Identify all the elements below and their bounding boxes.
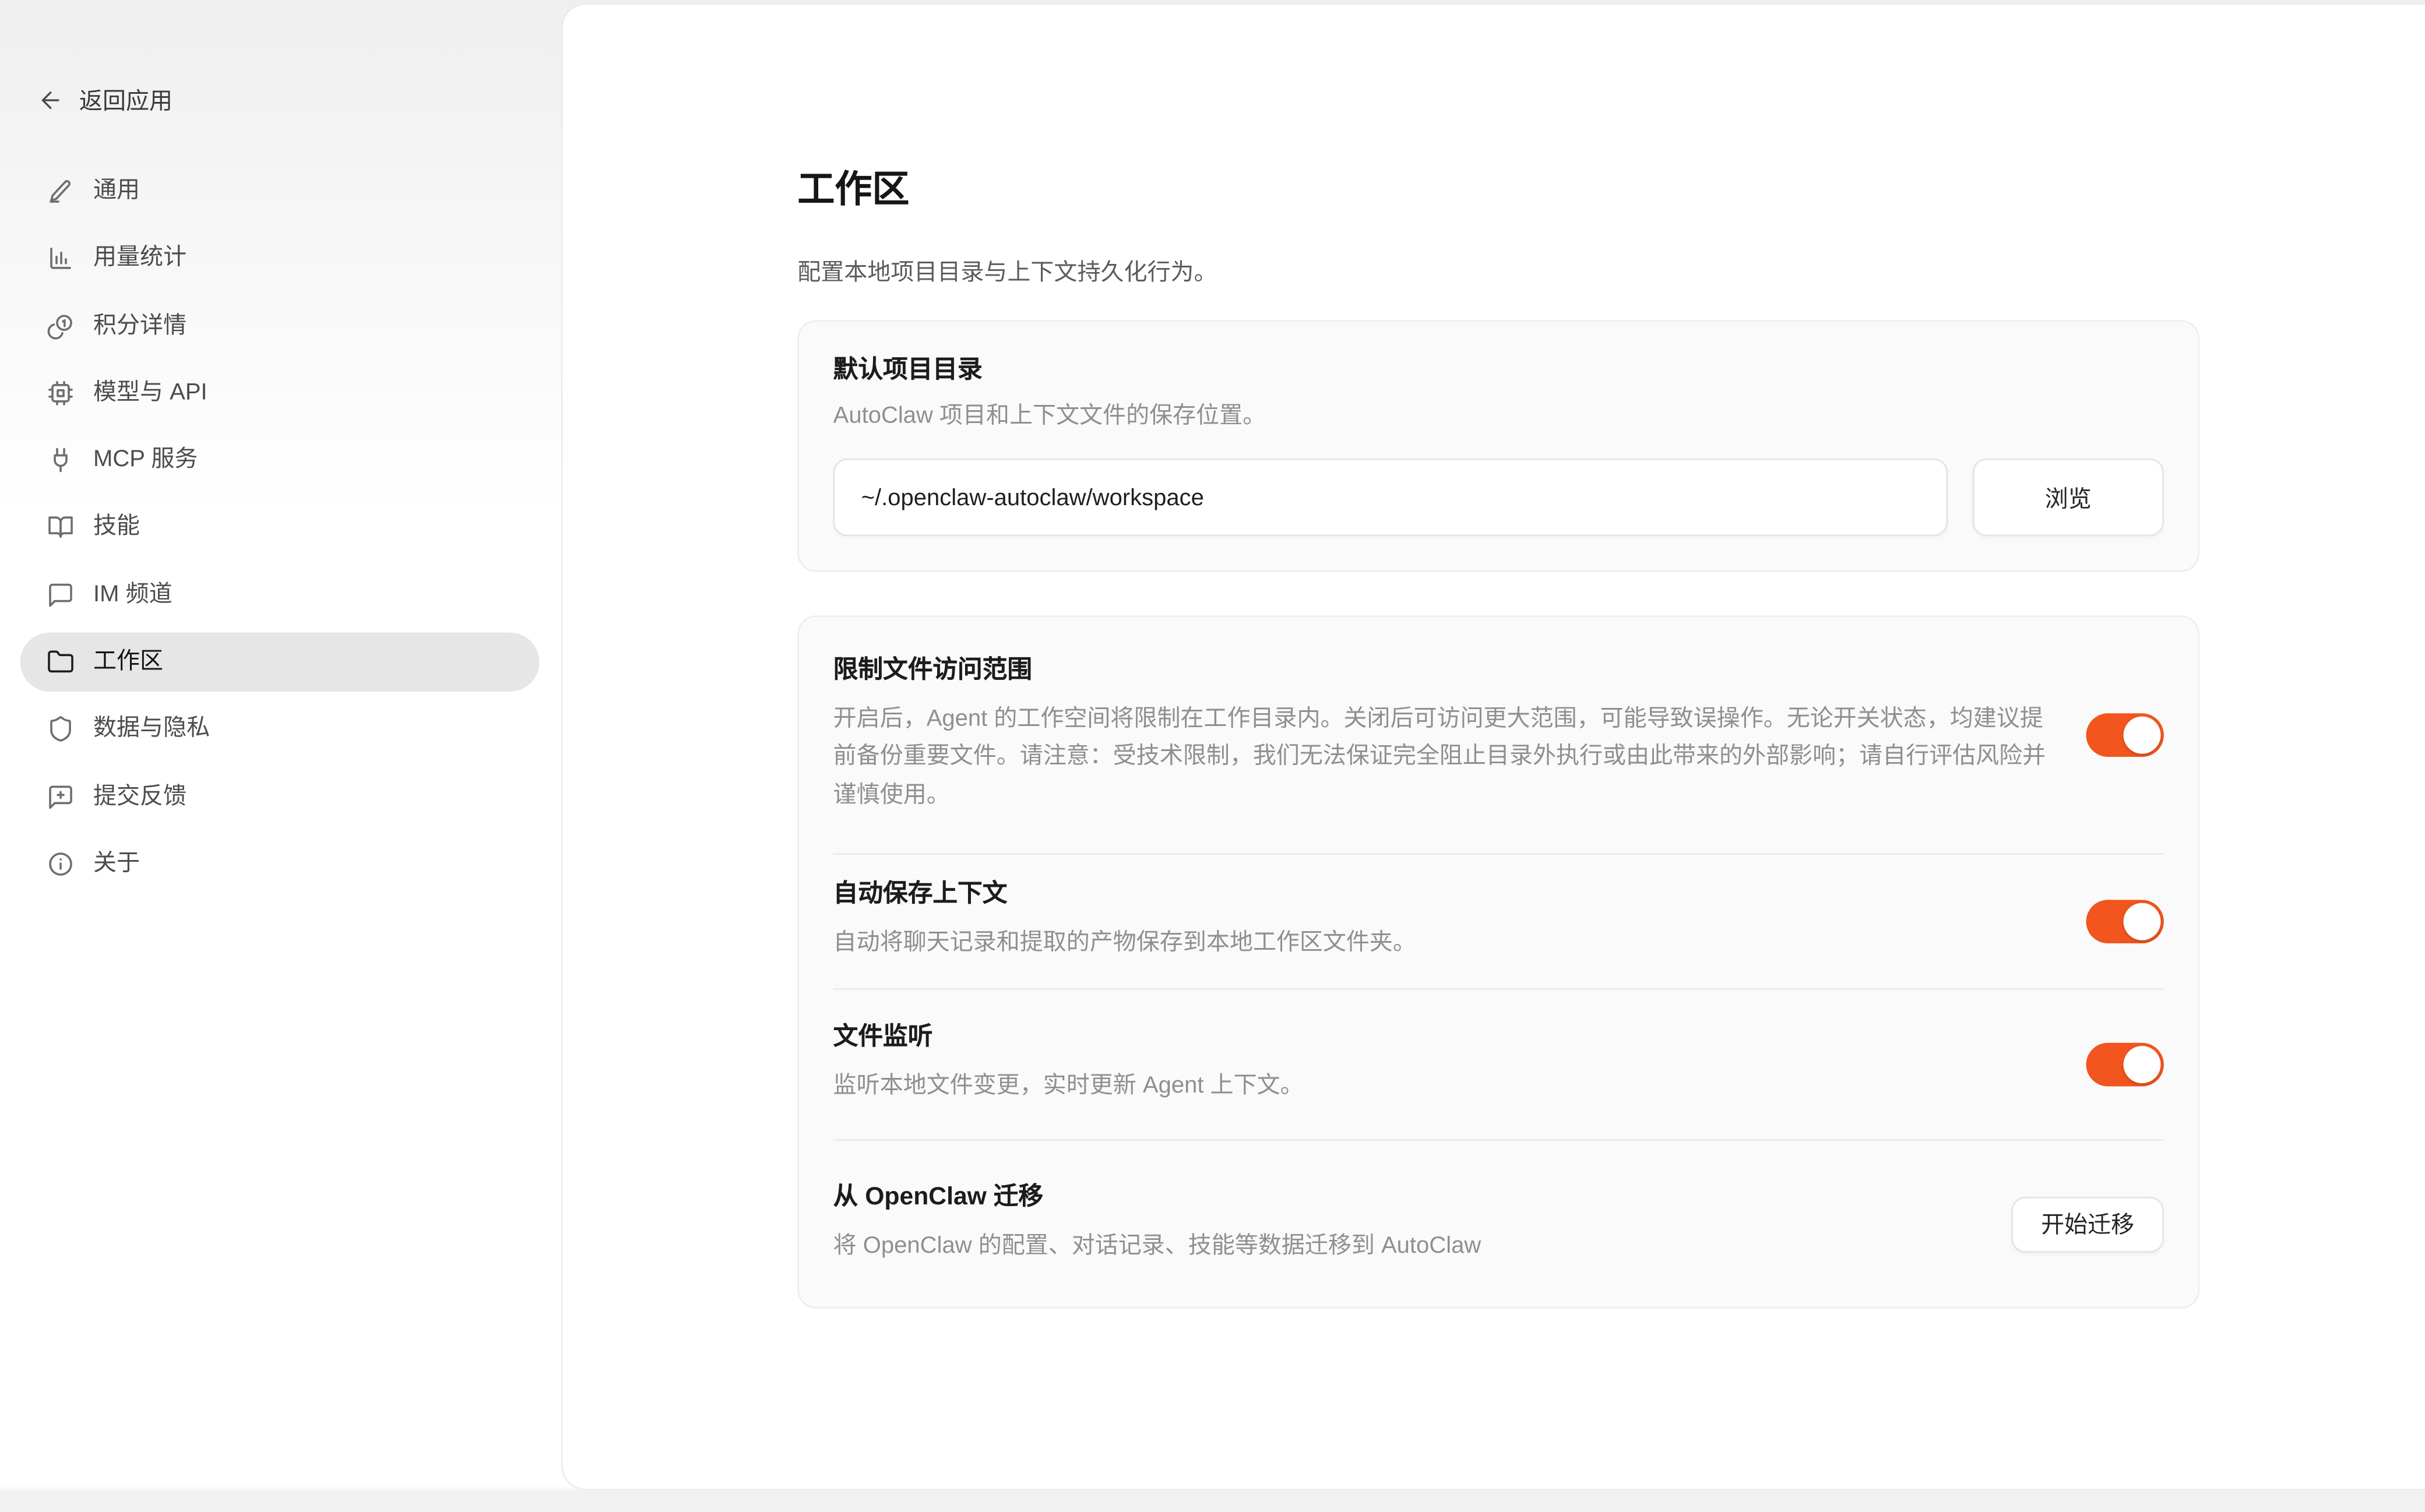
sidebar-item-label: 提交反馈 <box>93 783 186 810</box>
workspace-settings-content: 工作区 配置本地项目目录与上下文持久化行为。 默认项目目录 AutoClaw 项… <box>797 5 2199 1309</box>
sidebar-nav: 通用用量统计积分详情模型与 API MCP 服务技能 IM 频道工作区数据与隐私提交… <box>20 161 540 901</box>
shield-icon <box>47 716 75 743</box>
toggle-knob <box>2124 903 2161 940</box>
setting-description: 自动将聊天记录和提取的产物保存到本地工作区文件夹。 <box>833 925 2055 963</box>
setting-description: 监听本地文件变更，实时更新 Agent 上下文。 <box>833 1068 2055 1106</box>
setting-text: 自动保存上下文自动将聊天记录和提取的产物保存到本地工作区文件夹。 <box>833 880 2055 963</box>
start-migration-button[interactable]: 开始迁移 <box>2011 1196 2163 1252</box>
workspace-path-input[interactable] <box>833 459 1948 536</box>
file-watch-toggle[interactable] <box>2086 1043 2164 1087</box>
sidebar-item-workspace[interactable]: 工作区 <box>20 633 540 692</box>
back-arrow-icon <box>37 87 64 113</box>
setting-text: 从 OpenClaw 迁移将 OpenClaw 的配置、对话记录、技能等数据迁移… <box>833 1182 1980 1266</box>
auto-save-context-toggle[interactable] <box>2086 900 2164 943</box>
cpu-icon <box>47 379 75 407</box>
toggle-knob <box>2124 1046 2161 1083</box>
toggle-knob <box>2124 717 2161 754</box>
sidebar-item-data-privacy[interactable]: 数据与隐私 <box>20 700 540 759</box>
sidebar-item-label: 技能 <box>93 514 140 542</box>
sidebar-item-about[interactable]: 关于 <box>20 834 540 893</box>
sidebar-item-mcp-services[interactable]: MCP 服务 <box>20 431 540 489</box>
main-panel: 工作区 配置本地项目目录与上下文持久化行为。 默认项目目录 AutoClaw 项… <box>561 3 2425 1490</box>
book-open-icon <box>47 514 75 542</box>
setting-title: 自动保存上下文 <box>833 880 2055 911</box>
setting-title: 限制文件访问范围 <box>833 655 2055 686</box>
sidebar-item-credits[interactable]: 积分详情 <box>20 296 540 355</box>
page-title: 工作区 <box>797 166 2199 216</box>
sidebar-item-label: 工作区 <box>93 648 163 676</box>
back-to-app-button[interactable]: 返回应用 <box>37 84 173 117</box>
sidebar: 返回应用 通用用量统计积分详情模型与 API MCP 服务技能 IM 频道工作区数据… <box>0 0 561 1512</box>
info-icon <box>47 850 75 878</box>
sidebar-item-feedback[interactable]: 提交反馈 <box>20 767 540 826</box>
settings-row-migrate-from-openclaw: 从 OpenClaw 迁移将 OpenClaw 的配置、对话记录、技能等数据迁移… <box>799 1141 2198 1307</box>
sidebar-item-label: MCP 服务 <box>93 446 198 474</box>
feedback-plus-icon <box>47 783 75 810</box>
setting-description: 开启后，Agent 的工作空间将限制在工作目录内。关闭后可访问更大范围，可能导致… <box>833 700 2055 815</box>
settings-row-restrict-file-access: 限制文件访问范围开启后，Agent 的工作空间将限制在工作目录内。关闭后可访问更… <box>799 617 2198 853</box>
sidebar-item-label: 积分详情 <box>93 312 186 340</box>
setting-text: 限制文件访问范围开启后，Agent 的工作空间将限制在工作目录内。关闭后可访问更… <box>833 655 2055 815</box>
sidebar-item-label: 模型与 API <box>93 379 207 407</box>
sidebar-item-general[interactable]: 通用 <box>20 161 540 220</box>
setting-description: 将 OpenClaw 的配置、对话记录、技能等数据迁移到 AutoClaw <box>833 1228 1980 1266</box>
sidebar-item-label: IM 频道 <box>93 581 173 609</box>
chat-bubble-icon <box>47 581 75 609</box>
back-label: 返回应用 <box>79 84 173 117</box>
coins-icon <box>47 312 75 340</box>
sidebar-item-label: 通用 <box>93 177 140 205</box>
setting-text: 文件监听监听本地文件变更，实时更新 Agent 上下文。 <box>833 1023 2055 1106</box>
settings-row-file-watch: 文件监听监听本地文件变更，实时更新 Agent 上下文。 <box>799 990 2198 1139</box>
sidebar-item-im-channels[interactable]: IM 频道 <box>20 565 540 624</box>
setting-title: 文件监听 <box>833 1023 2055 1054</box>
default-directory-card: 默认项目目录 AutoClaw 项目和上下文文件的保存位置。 浏览 <box>797 320 2199 572</box>
folder-icon <box>47 648 75 676</box>
plug-icon <box>47 446 75 474</box>
settings-window: 返回应用 通用用量统计积分详情模型与 APIMCP 服务技能IM 频道工作区数据… <box>0 0 2425 1512</box>
pencil-icon <box>47 177 75 205</box>
sidebar-item-label: 用量统计 <box>93 245 186 273</box>
sidebar-item-usage-stats[interactable]: 用量统计 <box>20 229 540 288</box>
page-subtitle: 配置本地项目目录与上下文持久化行为。 <box>797 256 2199 291</box>
workspace-settings-card: 限制文件访问范围开启后，Agent 的工作空间将限制在工作目录内。关闭后可访问更… <box>797 615 2199 1309</box>
directory-input-row: 浏览 <box>833 459 2164 536</box>
directory-card-title: 默认项目目录 <box>833 356 2164 387</box>
browse-button[interactable]: 浏览 <box>1973 459 2164 536</box>
sidebar-item-skills[interactable]: 技能 <box>20 498 540 557</box>
sidebar-item-label: 数据与隐私 <box>93 716 210 743</box>
directory-card-description: AutoClaw 项目和上下文文件的保存位置。 <box>833 401 2164 432</box>
bar-chart-icon <box>47 245 75 273</box>
setting-title: 从 OpenClaw 迁移 <box>833 1182 1980 1213</box>
restrict-file-access-toggle[interactable] <box>2086 713 2164 757</box>
settings-row-auto-save-context: 自动保存上下文自动将聊天记录和提取的产物保存到本地工作区文件夹。 <box>799 855 2198 988</box>
sidebar-item-label: 关于 <box>93 850 140 878</box>
sidebar-item-models-api[interactable]: 模型与 API <box>20 364 540 422</box>
